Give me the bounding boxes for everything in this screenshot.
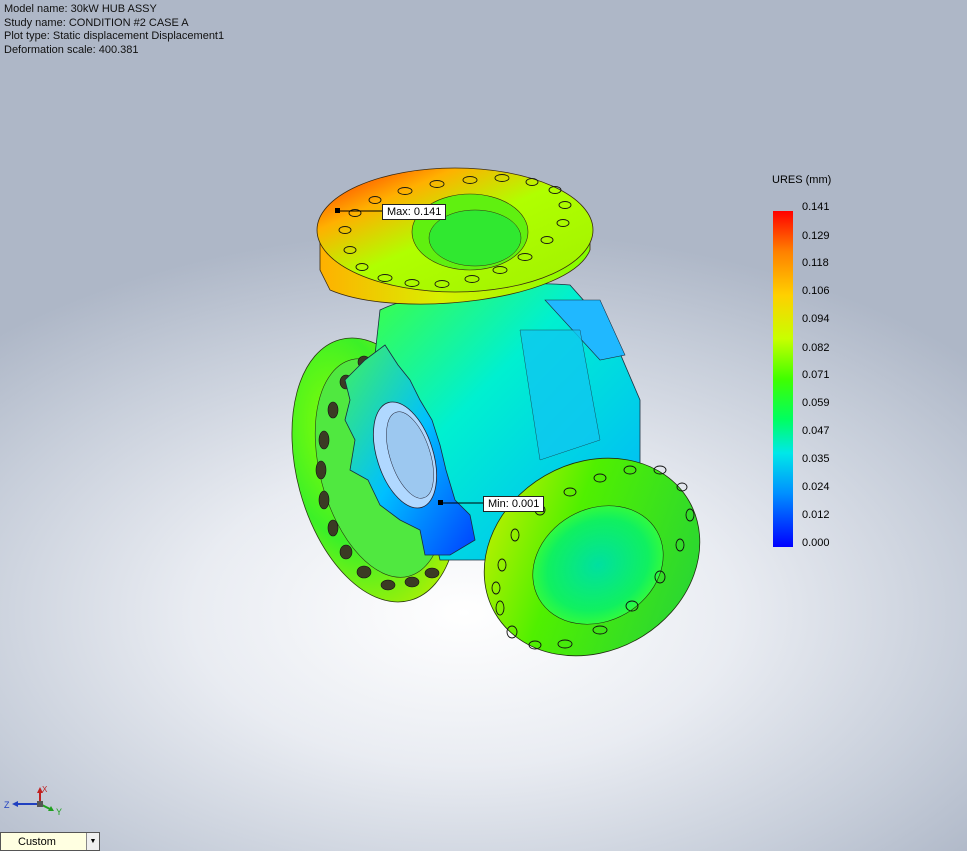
view-orientation-dropdown[interactable]: Custom ▼ — [0, 832, 100, 851]
min-probe-label: Min: 0.001 — [483, 496, 545, 512]
legend-tick: 0.012 — [802, 509, 830, 521]
legend-tick: 0.024 — [802, 481, 830, 493]
view-orientation-value: Custom — [18, 835, 56, 848]
z-axis-label: Z — [4, 800, 10, 810]
legend-tick: 0.106 — [802, 285, 830, 297]
legend-tick: 0.129 — [802, 230, 830, 242]
legend-tick: 0.047 — [802, 425, 830, 437]
legend-title: URES (mm) — [772, 174, 832, 186]
chevron-down-icon[interactable]: ▼ — [86, 833, 99, 850]
legend-tick: 0.141 — [802, 201, 830, 213]
max-probe-label: Max: 0.141 — [382, 204, 447, 220]
legend-tick: 0.082 — [802, 342, 830, 354]
legend-tick: 0.000 — [802, 537, 830, 549]
axis-triad-icon: Z X Y — [4, 786, 62, 816]
legend-colorbar — [773, 211, 793, 547]
legend-tick: 0.094 — [802, 313, 830, 325]
legend-tick: 0.071 — [802, 369, 830, 381]
x-axis-label: X — [42, 786, 48, 794]
legend-tick: 0.118 — [802, 257, 829, 269]
y-axis-label: Y — [56, 807, 62, 816]
legend-tick: 0.035 — [802, 453, 830, 465]
legend-tick: 0.059 — [802, 397, 830, 409]
